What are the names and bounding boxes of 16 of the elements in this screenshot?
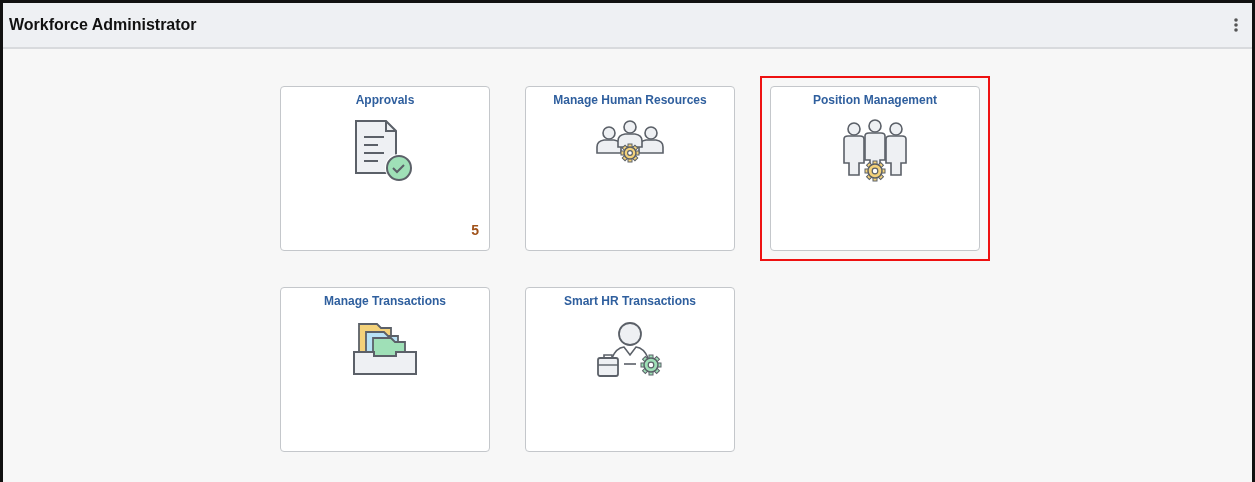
tile[interactable]: Manage Human Resources	[525, 86, 735, 251]
tile[interactable]: Smart HR Transactions	[525, 287, 735, 452]
people-gear-icon	[840, 119, 910, 185]
tile-title: Smart HR Transactions	[563, 294, 696, 308]
page-title: Workforce Administrator	[9, 16, 197, 34]
people-gear-icon	[595, 119, 665, 165]
tile-title: Manage Transactions	[323, 294, 446, 308]
tile-title: Position Management	[813, 93, 937, 107]
tile-title: Approvals	[355, 93, 415, 107]
tile[interactable]: Position Management	[770, 86, 980, 251]
count-label: 5	[471, 222, 479, 238]
tile[interactable]: Approvals 5	[280, 86, 490, 251]
tile[interactable]: Manage Transactions	[280, 287, 490, 452]
tile-title: Manage Human Resources	[553, 93, 707, 107]
more-vertical-icon	[1234, 18, 1238, 32]
folder-tray-icon	[352, 320, 418, 378]
